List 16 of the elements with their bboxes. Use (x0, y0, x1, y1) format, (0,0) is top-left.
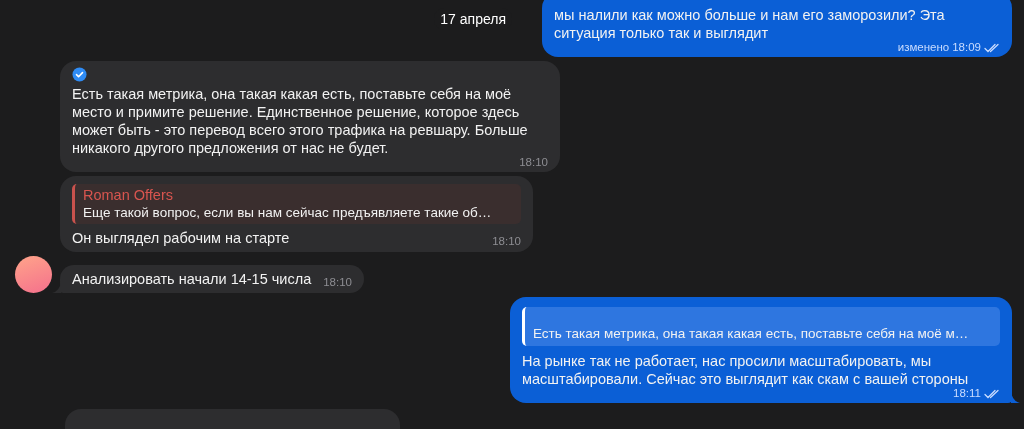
reply-quote[interactable]: Roman Offers Еще такой вопрос, если вы нам сейчас предъявляете такие об… (72, 184, 521, 224)
message-text: На рынке так не работает, нас просили масштабировать, мы масштабировали. Сейчас это выглядит как скам с вашей стороны (522, 353, 969, 387)
message-text: Есть такая метрика, она такая какая есть, поставьте себя на моё место и примите решение. Единственное решение, которое здесь может быть - это перевод всего этого трафика на ревшару. Больше никакого другого предложения от нас не будет. (72, 86, 528, 156)
message-time: 18:10 (492, 234, 521, 249)
reply-quote[interactable]: Есть такая метрика, она такая какая есть, поставьте себя на моё м… (522, 307, 1000, 346)
message-text: Анализировать начали 14-15 числа (72, 271, 312, 287)
reply-author: Roman Offers (83, 186, 174, 204)
message-time: 18:11 (953, 387, 981, 400)
message-text: мы налили как можно больше и нам его заморозили? Эта ситуация только так и выглядит (554, 7, 945, 41)
message-text: Он выглядел рабочим на старте (72, 230, 290, 246)
reply-text: Есть такая метрика, она такая какая есть, поставьте себя на моё м… (533, 325, 970, 343)
message-time: 18:10 (323, 275, 352, 290)
edited-label: изменено (897, 41, 950, 54)
reply-text: Еще такой вопрос, если вы нам сейчас предъявляете такие об… (83, 204, 493, 222)
message-time: 18:09 (952, 41, 981, 54)
message-time: 18:10 (519, 156, 548, 169)
